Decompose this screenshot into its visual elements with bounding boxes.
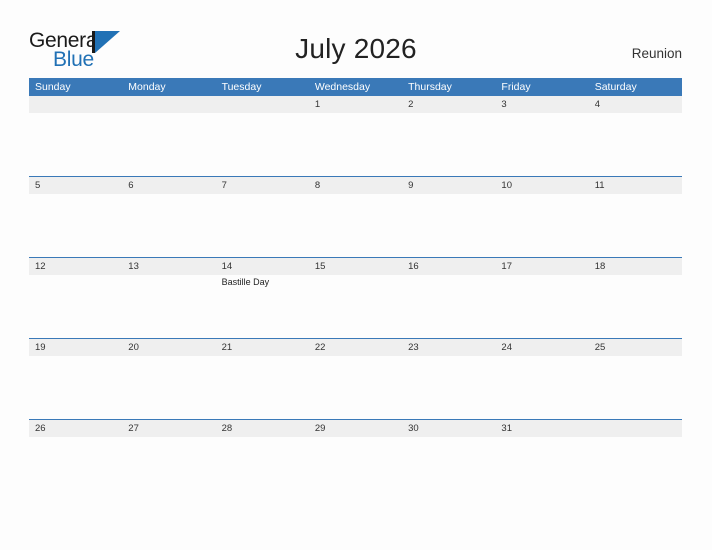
week-body-band [29,113,682,176]
day-number[interactable] [29,96,122,113]
day-cell[interactable] [216,113,309,176]
week-row: 19 20 21 22 23 24 25 [29,338,682,419]
day-cell[interactable] [495,437,588,500]
day-cell[interactable] [122,437,215,500]
day-cell[interactable] [589,275,682,338]
day-number[interactable]: 2 [402,96,495,113]
day-number[interactable]: 29 [309,420,402,437]
weekday-header-tuesday: Tuesday [221,81,262,93]
day-cell[interactable] [402,356,495,419]
day-number[interactable]: 20 [122,339,215,356]
week-date-band: 5 6 7 8 9 10 11 [29,177,682,194]
week-row: 12 13 14 15 16 17 18 Bastille Day [29,257,682,338]
week-date-band: 19 20 21 22 23 24 25 [29,339,682,356]
week-body-band: Bastille Day [29,275,682,338]
calendar-grid: Sunday Monday Tuesday Wednesday Thursday… [29,78,682,500]
day-number[interactable]: 7 [216,177,309,194]
day-cell[interactable] [402,113,495,176]
day-number[interactable] [122,96,215,113]
page-title: July 2026 [295,33,417,64]
day-cell[interactable] [216,194,309,257]
day-cell[interactable] [122,194,215,257]
day-number[interactable]: 18 [589,258,682,275]
day-number[interactable]: 30 [402,420,495,437]
day-cell[interactable] [29,275,122,338]
weekday-header-row: Sunday Monday Tuesday Wednesday Thursday… [29,78,682,96]
day-number[interactable]: 12 [29,258,122,275]
day-number[interactable]: 4 [589,96,682,113]
calendar-page: General Blue July 2026 Reunion Sunday Mo… [0,0,712,550]
day-cell[interactable] [122,275,215,338]
day-cell[interactable] [402,194,495,257]
week-row: 5 6 7 8 9 10 11 [29,176,682,257]
day-cell[interactable] [216,356,309,419]
day-cell[interactable] [29,113,122,176]
day-number[interactable]: 3 [495,96,588,113]
week-body-band [29,437,682,500]
weekday-header-monday: Monday [128,81,166,93]
day-cell[interactable] [216,437,309,500]
day-number[interactable]: 28 [216,420,309,437]
day-number[interactable]: 19 [29,339,122,356]
week-date-band: 12 13 14 15 16 17 18 [29,258,682,275]
day-number[interactable]: 6 [122,177,215,194]
day-number[interactable]: 23 [402,339,495,356]
day-cell[interactable] [309,113,402,176]
day-cell[interactable] [589,437,682,500]
day-number[interactable]: 8 [309,177,402,194]
day-number[interactable]: 14 [216,258,309,275]
day-number[interactable]: 24 [495,339,588,356]
week-date-band: 1 2 3 4 [29,96,682,113]
day-cell[interactable] [495,275,588,338]
weekday-header-wednesday: Wednesday [314,81,371,93]
day-number[interactable] [216,96,309,113]
weekday-header-thursday: Thursday [408,81,452,93]
day-number[interactable] [589,420,682,437]
day-cell[interactable] [495,356,588,419]
day-cell[interactable] [122,356,215,419]
day-cell[interactable] [122,113,215,176]
day-event: Bastille Day [221,277,270,287]
week-body-band [29,194,682,257]
weekday-header-friday: Friday [501,81,531,93]
day-number[interactable]: 25 [589,339,682,356]
day-cell[interactable] [29,356,122,419]
day-cell[interactable] [495,113,588,176]
day-number[interactable]: 15 [309,258,402,275]
day-number[interactable]: 26 [29,420,122,437]
day-cell[interactable] [309,194,402,257]
day-number[interactable]: 17 [495,258,588,275]
week-body-band [29,356,682,419]
day-number[interactable]: 11 [589,177,682,194]
weekday-header-saturday: Saturday [594,81,637,93]
day-cell[interactable] [589,356,682,419]
day-cell[interactable] [589,194,682,257]
day-cell[interactable] [309,356,402,419]
day-number[interactable]: 5 [29,177,122,194]
week-row: 26 27 28 29 30 31 [29,419,682,500]
day-cell[interactable] [309,437,402,500]
day-number[interactable]: 27 [122,420,215,437]
day-cell[interactable]: Bastille Day [216,275,309,338]
day-number[interactable]: 22 [309,339,402,356]
day-cell[interactable] [495,194,588,257]
day-number[interactable]: 31 [495,420,588,437]
day-cell[interactable] [589,113,682,176]
week-row: 1 2 3 4 [29,96,682,176]
day-number[interactable]: 21 [216,339,309,356]
page-header: General Blue July 2026 Reunion [0,0,712,78]
weekday-header-sunday: Sunday [35,81,71,93]
day-number[interactable]: 10 [495,177,588,194]
day-cell[interactable] [402,437,495,500]
region-label: Reunion [631,46,682,61]
day-cell[interactable] [29,194,122,257]
day-cell[interactable] [402,275,495,338]
day-number[interactable]: 16 [402,258,495,275]
day-number[interactable]: 9 [402,177,495,194]
day-cell[interactable] [29,437,122,500]
day-number[interactable]: 1 [309,96,402,113]
day-number[interactable]: 13 [122,258,215,275]
day-cell[interactable] [309,275,402,338]
week-date-band: 26 27 28 29 30 31 [29,420,682,437]
